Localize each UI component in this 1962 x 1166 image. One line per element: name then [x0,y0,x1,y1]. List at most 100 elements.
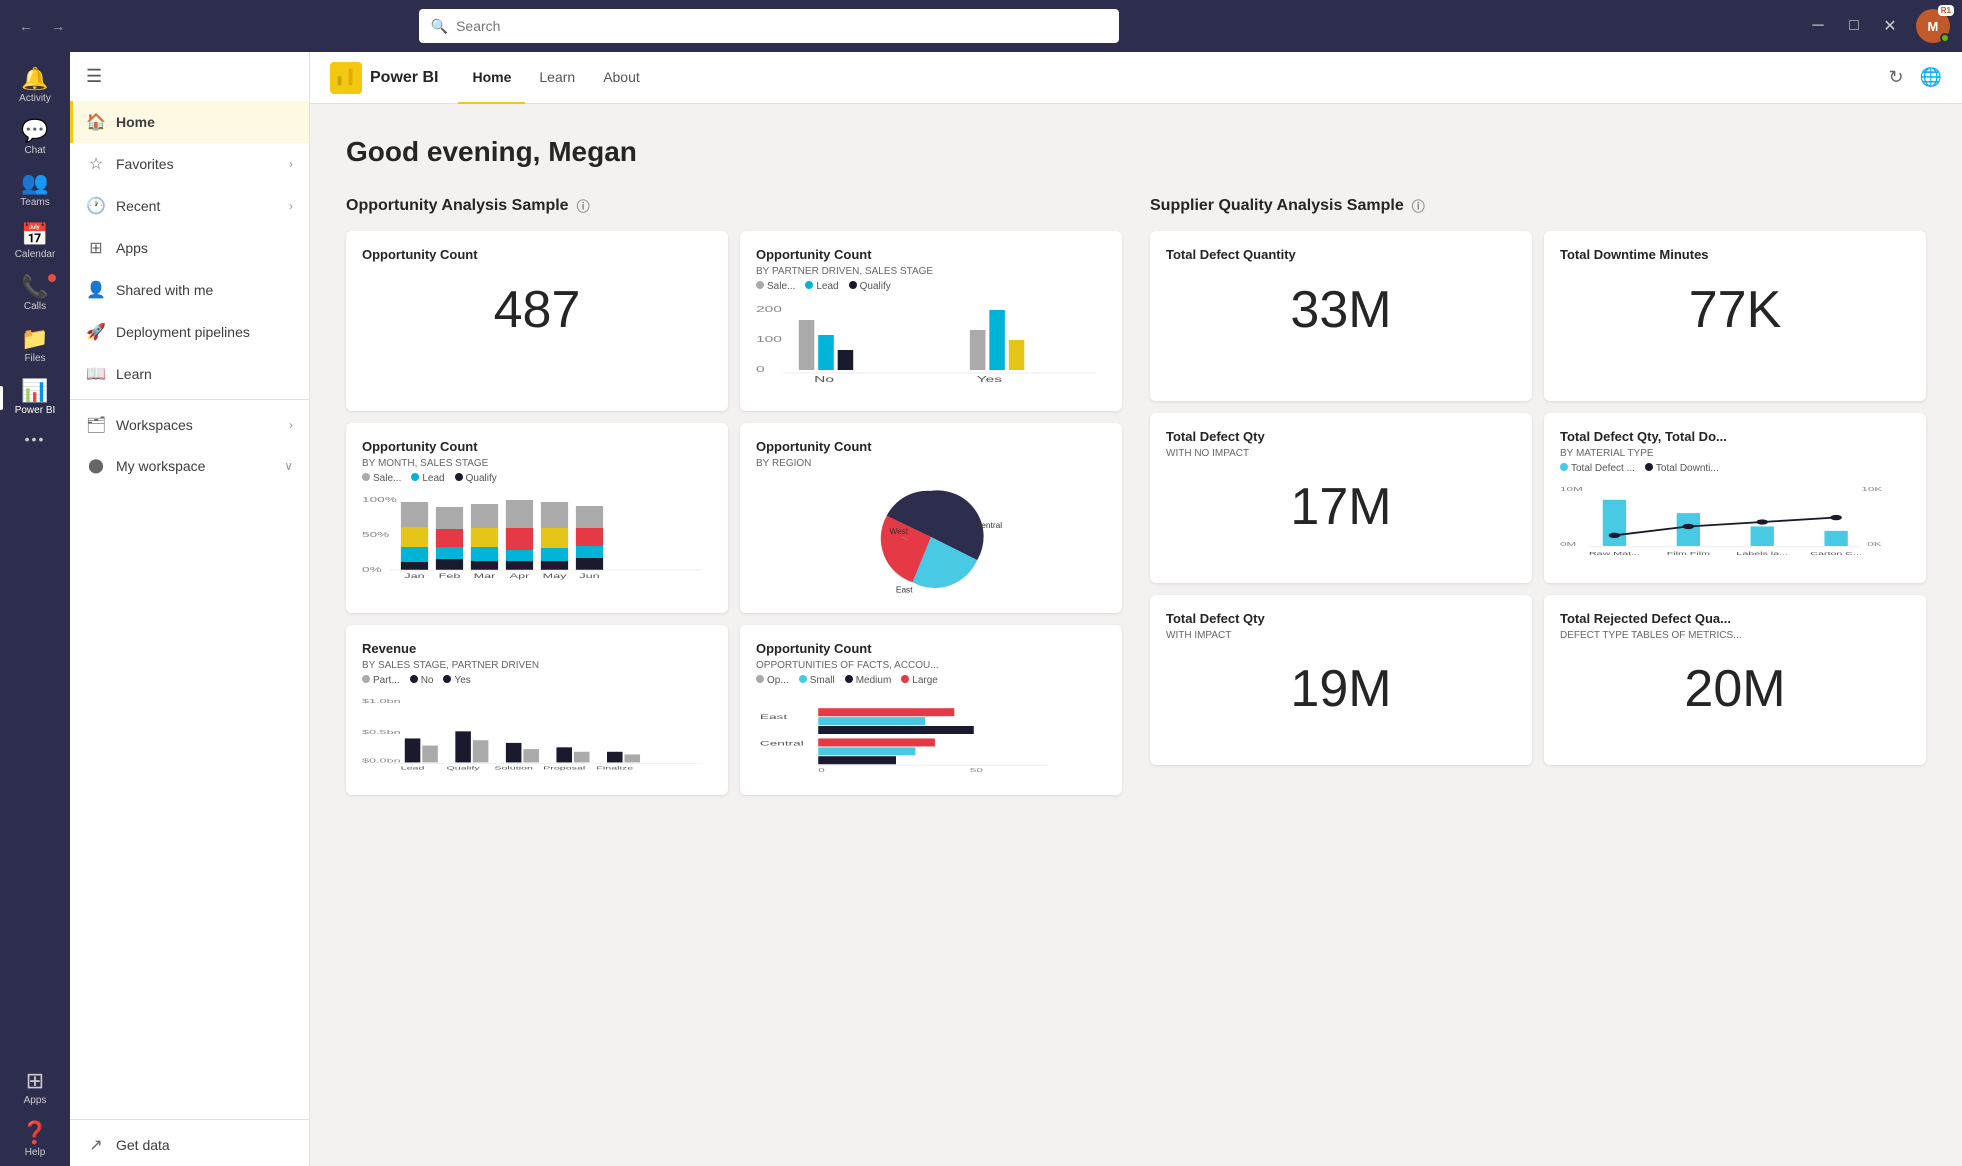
icon-bar-calls[interactable]: 📞 Calls [0,268,70,320]
globe-icon[interactable]: 🌐 [1920,67,1942,88]
title-bar-right: ─ □ ✕ M R1 [1804,9,1950,43]
svg-text:No: No [814,375,834,384]
card-rejected-defect[interactable]: Total Rejected Defect Qua... DEFECT TYPE… [1544,595,1926,765]
favorites-arrow: › [289,157,293,171]
icon-bar-activity[interactable]: 🔔 Activity [0,60,70,112]
icon-bar-more[interactable]: ••• [0,424,70,454]
svg-text:$0.5bn: $0.5bn [362,729,401,735]
svg-text:Finalize: Finalize [596,765,633,771]
dashboard: Good evening, Megan Opportunity Analysis… [310,104,1962,1166]
close-button[interactable]: ✕ [1876,12,1904,40]
more-icon: ••• [25,432,46,446]
card-opp-region-title: Opportunity Count [756,439,1106,454]
card-defect-material[interactable]: Total Defect Qty, Total Do... BY MATERIA… [1544,413,1926,583]
card-defect-impact[interactable]: Total Defect Qty WITH IMPACT 19M [1150,595,1532,765]
nav-home[interactable]: Home [458,52,525,104]
nav-learn[interactable]: Learn [525,52,589,104]
card-opp-partner[interactable]: Opportunity Count BY PARTNER DRIVEN, SAL… [740,231,1122,411]
sidebar-shared-label: Shared with me [116,282,293,298]
icon-bar-files[interactable]: 📁 Files [0,320,70,372]
card-opp-region[interactable]: Opportunity Count BY REGION [740,423,1122,613]
sidebar-learn-label: Learn [116,366,293,382]
supplier-section: Supplier Quality Analysis Sample ⓘ Total… [1150,196,1926,795]
sidebar-item-myworkspace[interactable]: ⬤ My workspace ∨ [70,446,309,485]
help-label: Help [25,1147,46,1158]
icon-bar-powerbi[interactable]: 📊 Power BI [0,372,70,424]
card-total-downtime-title: Total Downtime Minutes [1560,247,1910,262]
icon-bar-help[interactable]: ❓ Help [0,1114,70,1166]
card-total-downtime[interactable]: Total Downtime Minutes 77K [1544,231,1926,401]
svg-text:$1.0bn: $1.0bn [362,698,401,704]
card-revenue-legend: Part... No Yes [362,675,712,686]
card-defect-material-subtitle: BY MATERIAL TYPE [1560,448,1910,459]
search-input[interactable] [456,18,1107,34]
sidebar-item-favorites[interactable]: ☆ Favorites › [70,143,309,185]
sidebar-apps-label: Apps [116,240,293,256]
sidebar-item-home[interactable]: 🏠 Home [70,101,309,143]
card-opp-partner-title: Opportunity Count [756,247,1106,262]
card-opp-month[interactable]: Opportunity Count BY MONTH, SALES STAGE … [346,423,728,613]
myworkspace-arrow: ∨ [284,459,293,473]
minimize-button[interactable]: ─ [1804,12,1832,40]
card-opp-count[interactable]: Opportunity Count 487 [346,231,728,411]
icon-bar: 🔔 Activity 💬 Chat 👥 Teams 📅 Calendar 📞 C… [0,52,70,1166]
chat-icon: 💬 [21,120,48,142]
svg-text:0: 0 [818,768,824,774]
sidebar-item-workspaces[interactable]: 🗂 Workspaces › [70,404,309,446]
card-revenue[interactable]: Revenue BY SALES STAGE, PARTNER DRIVEN P… [346,625,728,795]
card-opp-facts-title: Opportunity Count [756,641,1106,656]
sidebar-item-learn[interactable]: 📖 Learn [70,353,309,395]
search-bar: 🔍 [419,9,1119,43]
opportunity-info-icon[interactable]: ⓘ [577,196,590,215]
card-rejected-defect-title: Total Rejected Defect Qua... [1560,611,1910,626]
avatar-wrap[interactable]: M R1 [1916,9,1950,43]
svg-text:50: 50 [970,768,983,774]
sidebar-home-label: Home [116,114,293,130]
app-layout: 🔔 Activity 💬 Chat 👥 Teams 📅 Calendar 📞 C… [0,52,1962,1166]
powerbi-icon: 📊 [21,380,48,402]
refresh-icon[interactable]: ↻ [1888,67,1903,88]
card-defect-material-legend: Total Defect ... Total Downti... [1560,463,1910,474]
supplier-info-icon[interactable]: ⓘ [1412,196,1425,215]
sidebar-item-shared[interactable]: 👤 Shared with me [70,269,309,311]
greeting-text: Good evening, [346,136,548,167]
sidebar-item-pipelines[interactable]: 🚀 Deployment pipelines [70,311,309,353]
svg-text:Central: Central [975,520,1002,530]
svg-text:May: May [543,573,567,580]
title-bar: ← → 🔍 ─ □ ✕ M R1 [0,0,1962,52]
svg-text:Film Film: Film Film [1667,550,1710,556]
revenue-chart: $1.0bn $0.5bn $0.0bn [362,694,712,779]
shared-icon: 👤 [86,280,106,300]
card-total-downtime-number: 77K [1560,280,1910,340]
maximize-button[interactable]: □ [1840,12,1868,40]
sidebar-item-apps[interactable]: ⊞ Apps [70,227,309,269]
svg-text:Lead: Lead [401,765,425,771]
sidebar-getdata-label: Get data [116,1137,293,1153]
home-icon: 🏠 [86,112,106,132]
icon-bar-calendar[interactable]: 📅 Calendar [0,216,70,268]
sidebar-item-recent[interactable]: 🕐 Recent › [70,185,309,227]
sidebar-item-getdata[interactable]: ↗ Get data [70,1124,309,1166]
svg-text:Jun: Jun [579,573,599,580]
svg-text:0: 0 [756,365,765,374]
calls-icon: 📞 [21,276,48,298]
forward-button[interactable]: → [44,12,72,40]
back-button[interactable]: ← [12,12,40,40]
nav-about[interactable]: About [589,52,654,104]
svg-text:East: East [760,714,787,721]
hbar-chart-facts: East Central [756,694,1106,779]
opportunity-section: Opportunity Analysis Sample ⓘ Opportunit… [346,196,1122,795]
card-opp-month-title: Opportunity Count [362,439,712,454]
online-status-badge [1940,33,1950,43]
card-defect-noimpact[interactable]: Total Defect Qty WITH NO IMPACT 17M [1150,413,1532,583]
icon-bar-chat[interactable]: 💬 Chat [0,112,70,164]
card-opp-facts[interactable]: Opportunity Count OPPORTUNITIES OF FACTS… [740,625,1122,795]
icon-bar-apps[interactable]: ⊞ Apps [0,1062,70,1114]
calls-label: Calls [24,301,46,312]
svg-text:0%: 0% [362,566,382,574]
pbi-logo-text: Power BI [370,69,438,87]
svg-text:East: East [896,584,913,594]
icon-bar-teams[interactable]: 👥 Teams [0,164,70,216]
card-total-defect[interactable]: Total Defect Quantity 33M [1150,231,1532,401]
hamburger-button[interactable]: ☰ [70,52,309,101]
